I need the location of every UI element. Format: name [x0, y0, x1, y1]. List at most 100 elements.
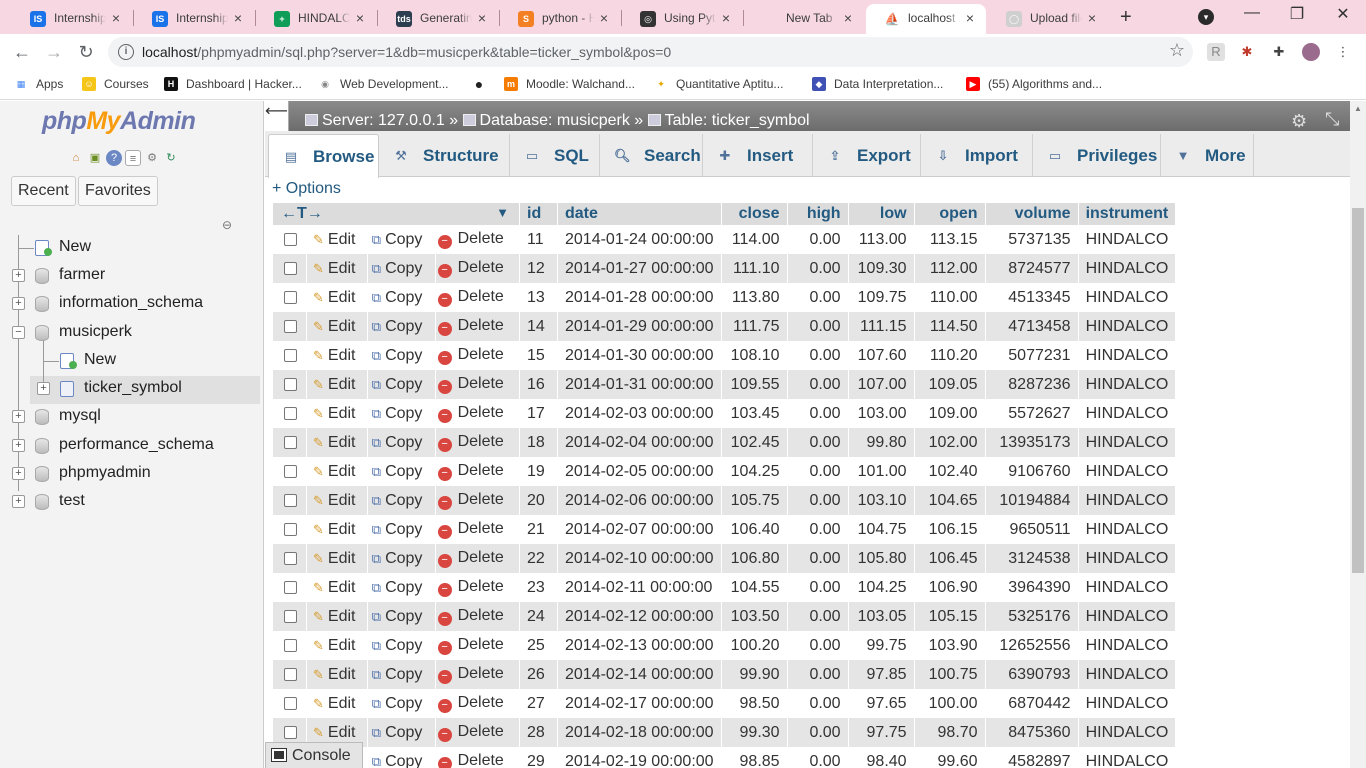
row-checkbox[interactable] [284, 551, 297, 565]
cell-low[interactable]: 99.75 [847, 631, 915, 660]
cell-high[interactable]: 0.00 [786, 515, 849, 544]
tab-more[interactable]: ▼ More [1161, 134, 1254, 177]
tree-label[interactable]: ticker_symbol [84, 379, 182, 397]
cell-instrument[interactable]: HINDALCO [1077, 718, 1176, 747]
cell-instrument[interactable]: HINDALCO [1077, 631, 1176, 660]
expand-icon[interactable]: + [12, 269, 25, 282]
cell-low[interactable]: 103.00 [847, 399, 915, 428]
tree-label[interactable]: performance_schema [59, 436, 214, 454]
bookmark-dashboard-hacker[interactable]: H Dashboard | Hacker... [164, 77, 302, 91]
cell-close[interactable]: 106.40 [720, 515, 788, 544]
cell-instrument[interactable]: HINDALCO [1077, 689, 1176, 718]
delete-link[interactable]: − Delete [434, 515, 520, 544]
cell-high[interactable]: 0.00 [786, 341, 849, 370]
bookmark-globe[interactable]: ● [472, 77, 494, 91]
breadcrumb-database[interactable]: Database: musicperk [480, 112, 630, 129]
row-checkbox[interactable] [284, 638, 297, 652]
maximize-button[interactable]: ❐ [1282, 4, 1312, 24]
extensions-puzzle-icon[interactable]: ✚ [1270, 43, 1288, 61]
docs-icon[interactable]: ≡ [125, 150, 141, 166]
copy-link[interactable]: ⧉ Copy [366, 486, 436, 515]
cell-date[interactable]: 2014-02-11 00:00:00 [557, 573, 722, 602]
edit-link[interactable]: ✎Edit [306, 341, 368, 370]
new-tab-button[interactable]: + [1120, 6, 1132, 29]
cell-open[interactable]: 104.65 [913, 486, 986, 515]
cell-id[interactable]: 22 [519, 544, 558, 573]
column-header-close[interactable]: close [720, 203, 788, 225]
cell-high[interactable]: 0.00 [786, 457, 849, 486]
tree-node-musicperk[interactable]: − musicperk [0, 320, 262, 346]
cell-instrument[interactable]: HINDALCO [1077, 312, 1176, 341]
cell-open[interactable]: 106.90 [913, 573, 986, 602]
cell-instrument[interactable]: HINDALCO [1077, 544, 1176, 573]
cell-low[interactable]: 104.25 [847, 573, 915, 602]
tab-close-icon[interactable]: × [1084, 10, 1100, 26]
delete-link[interactable]: − Delete [434, 718, 520, 747]
cell-close[interactable]: 105.75 [720, 486, 788, 515]
cell-low[interactable]: 97.75 [847, 718, 915, 747]
cell-high[interactable]: 0.00 [786, 225, 849, 254]
delete-link[interactable]: − Delete [434, 573, 520, 602]
copy-link[interactable]: ⧉ Copy [366, 660, 436, 689]
tree-node-phpmyadmin[interactable]: + phpmyadmin [0, 461, 262, 487]
bookmark-moodle-walchand[interactable]: m Moodle: Walchand... [504, 77, 635, 91]
cell-low[interactable]: 113.00 [847, 225, 915, 254]
delete-link[interactable]: − Delete [434, 399, 520, 428]
copy-link[interactable]: ⧉ Copy [366, 341, 436, 370]
cell-volume[interactable]: 5325176 [984, 602, 1079, 631]
edit-link[interactable]: ✎Edit [306, 602, 368, 631]
tab-close-icon[interactable]: × [596, 10, 612, 26]
cell-id[interactable]: 21 [519, 515, 558, 544]
cell-date[interactable]: 2014-01-28 00:00:00 [557, 283, 722, 312]
cell-close[interactable]: 108.10 [720, 341, 788, 370]
collapse-icon[interactable]: − [12, 326, 25, 339]
copy-link[interactable]: ⧉ Copy [366, 544, 436, 573]
copy-link[interactable]: ⧉ Copy [366, 573, 436, 602]
bookmark-apps[interactable]: ▦ Apps [14, 77, 64, 91]
cell-close[interactable]: 98.50 [720, 689, 788, 718]
tree-node-new[interactable]: New [0, 235, 262, 261]
cell-open[interactable]: 102.00 [913, 428, 986, 457]
cell-volume[interactable]: 10194884 [984, 486, 1079, 515]
browser-tab-8[interactable]: ⛵ localhost / × [866, 4, 986, 34]
cell-open[interactable]: 110.20 [913, 341, 986, 370]
cell-close[interactable]: 99.30 [720, 718, 788, 747]
expand-icon[interactable]: + [12, 297, 25, 310]
cell-low[interactable]: 103.05 [847, 602, 915, 631]
cell-instrument[interactable]: HINDALCO [1077, 225, 1176, 254]
column-arrows-icon[interactable]: ←T→ [281, 205, 323, 222]
cell-instrument[interactable]: HINDALCO [1077, 399, 1176, 428]
cell-high[interactable]: 0.00 [786, 660, 849, 689]
cell-close[interactable]: 98.85 [720, 747, 788, 768]
tab-close-icon[interactable]: × [352, 10, 368, 26]
cell-id[interactable]: 20 [519, 486, 558, 515]
cell-high[interactable]: 0.00 [786, 544, 849, 573]
cell-volume[interactable]: 4713458 [984, 312, 1079, 341]
copy-link[interactable]: ⧉ Copy [366, 689, 436, 718]
extension-bug-icon[interactable]: ✱ [1238, 43, 1256, 61]
cell-volume[interactable]: 3964390 [984, 573, 1079, 602]
cell-date[interactable]: 2014-01-27 00:00:00 [557, 254, 722, 283]
minimize-button[interactable]: — [1237, 4, 1267, 22]
cell-id[interactable]: 14 [519, 312, 558, 341]
browser-tab-5[interactable]: Spython - H × [500, 4, 620, 34]
delete-link[interactable]: − Delete [434, 544, 520, 573]
tree-node-mysql[interactable]: + mysql [0, 404, 262, 430]
cell-date[interactable]: 2014-01-24 00:00:00 [557, 225, 722, 254]
cell-high[interactable]: 0.00 [786, 428, 849, 457]
cell-instrument[interactable]: HINDALCO [1077, 747, 1176, 768]
tree-label[interactable]: test [59, 492, 85, 510]
cell-id[interactable]: 25 [519, 631, 558, 660]
cell-close[interactable]: 103.45 [720, 399, 788, 428]
column-header-low[interactable]: low [847, 203, 915, 225]
cell-close[interactable]: 104.25 [720, 457, 788, 486]
delete-link[interactable]: − Delete [434, 747, 520, 768]
cell-instrument[interactable]: HINDALCO [1077, 370, 1176, 399]
cell-instrument[interactable]: HINDALCO [1077, 254, 1176, 283]
expand-icon[interactable]: + [12, 495, 25, 508]
tree-label[interactable]: musicperk [59, 323, 132, 341]
page-scrollbar[interactable]: ▲ [1350, 101, 1366, 768]
cell-low[interactable]: 103.10 [847, 486, 915, 515]
tab-close-icon[interactable]: × [840, 10, 856, 26]
browser-tab-2[interactable]: IS Internship × [134, 4, 254, 34]
